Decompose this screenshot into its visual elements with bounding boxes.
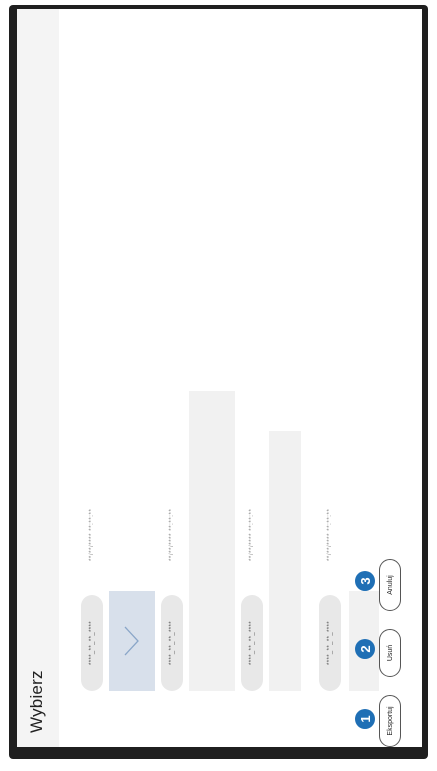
cancel-button[interactable]: Anuluj <box>379 559 401 611</box>
device-bezel: Wybierz ****_**_**_**** **/**/**** **:**… <box>0 0 437 771</box>
file-thumbnail-selected[interactable] <box>109 591 155 691</box>
export-button[interactable]: Eksportuj <box>379 695 401 747</box>
page-title: Wybierz <box>27 670 46 733</box>
callout-badge-1: 1 <box>355 709 375 729</box>
title-bar: Wybierz <box>17 9 59 747</box>
file-list: ****_**_**_**** **/**/**** **:**:** ****… <box>59 9 379 747</box>
checkmark-icon <box>124 626 139 656</box>
callout-badge-2: 2 <box>355 639 375 659</box>
file-name-chip[interactable]: ****_**_**_**** <box>319 595 341 691</box>
delete-button[interactable]: Usuń <box>379 629 401 677</box>
file-date: **/**/**** **:**:** <box>89 508 95 561</box>
app-screen: Wybierz ****_**_**_**** **/**/**** **:**… <box>17 9 422 747</box>
file-date: **/**/**** **:**:** <box>249 508 255 561</box>
file-name-chip[interactable]: ****_**_**_**** <box>161 595 183 691</box>
file-name-chip[interactable]: ****_**_**_**** <box>81 595 103 691</box>
file-name-chip[interactable]: ****_**_**_**** <box>241 595 263 691</box>
file-date: **/**/**** **:**:** <box>327 508 333 561</box>
action-bar: Eksportuj Usuń Anuluj <box>379 9 422 747</box>
file-date: **/**/**** **:**:** <box>169 508 175 561</box>
callout-badge-3: 3 <box>355 571 375 591</box>
file-thumbnail[interactable] <box>189 391 235 691</box>
file-thumbnail[interactable] <box>269 431 301 691</box>
